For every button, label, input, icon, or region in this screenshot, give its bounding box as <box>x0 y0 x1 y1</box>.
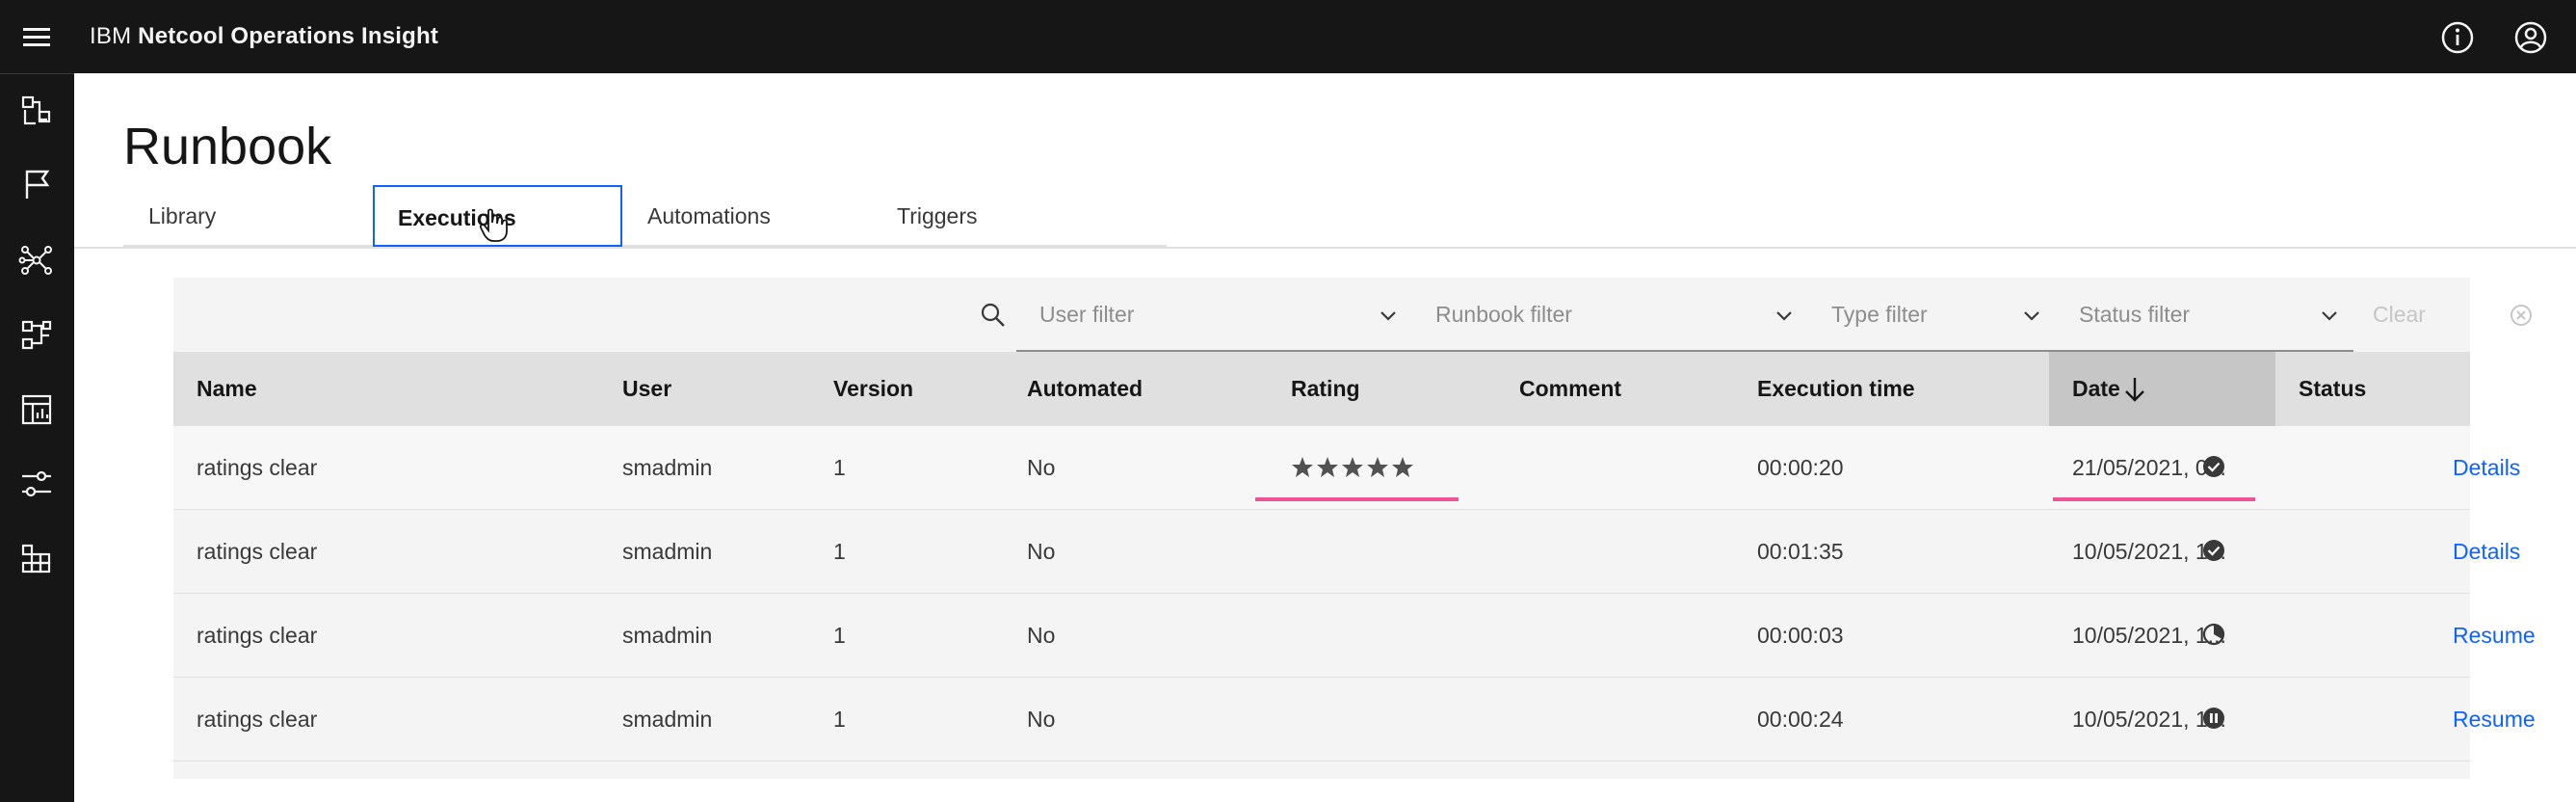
rating-highlight-underline <box>1255 497 1459 501</box>
table-row[interactable]: ratings clear smadmin 1 No 00:01:35 10/0… <box>173 510 2520 594</box>
column-header-version[interactable]: Version <box>833 352 913 426</box>
runbook-filter-dropdown[interactable]: Runbook filter <box>1412 278 1808 352</box>
runbook-icon[interactable] <box>18 317 55 354</box>
cell-name: ratings clear <box>197 539 318 564</box>
cell-name: ratings clear <box>197 707 318 732</box>
tab-library[interactable]: Library <box>123 185 373 247</box>
applications-icon[interactable] <box>18 541 55 577</box>
content-divider <box>74 247 2576 249</box>
in-progress-status-icon <box>2202 623 2225 646</box>
details-link[interactable]: Details <box>2453 426 2520 509</box>
user-avatar-icon[interactable] <box>2512 19 2549 56</box>
complete-status-icon <box>2203 456 2224 477</box>
cell-automated: No <box>1027 707 1056 732</box>
flag-icon[interactable] <box>18 167 55 203</box>
user-filter-placeholder: User filter <box>1039 302 1135 327</box>
column-header-status[interactable]: Status <box>2299 352 2366 426</box>
resume-link[interactable]: Resume <box>2453 594 2536 677</box>
cell-execution-time: 00:00:03 <box>1757 623 1844 648</box>
clear-filters-button[interactable]: Clear filters <box>2373 278 2470 401</box>
tab-automations[interactable]: Automations <box>622 185 872 247</box>
status-filter-placeholder: Status filter <box>2079 302 2191 327</box>
column-header-comment[interactable]: Comment <box>1519 352 1621 426</box>
hand-cursor-icon <box>479 208 508 242</box>
cell-name: ratings clear <box>197 455 318 480</box>
chevron-down-icon <box>1380 311 1396 321</box>
app-title[interactable]: IBM Netcool Operations Insight <box>90 23 438 50</box>
cell-automated: No <box>1027 539 1056 564</box>
cell-automated: No <box>1027 455 1056 480</box>
cell-version: 1 <box>833 455 846 480</box>
menu-icon[interactable] <box>17 19 56 54</box>
cell-execution-time: 00:00:24 <box>1757 707 1844 732</box>
filter-toolbar: User filter Runbook filter Type filter S… <box>173 278 2532 401</box>
date-highlight-underline <box>2053 497 2255 501</box>
type-filter-dropdown[interactable]: Type filter <box>1808 278 2056 352</box>
paused-status-icon <box>2203 708 2224 729</box>
page-title: Runbook <box>123 118 332 175</box>
search-icon[interactable] <box>978 300 1009 331</box>
cell-user: smadmin <box>622 707 713 732</box>
column-header-date[interactable]: Date <box>2072 352 2120 426</box>
incidents-icon[interactable] <box>18 93 55 129</box>
cell-version: 1 <box>833 623 846 648</box>
details-link[interactable]: Details <box>2453 510 2520 593</box>
sort-descending-icon[interactable] <box>2121 375 2148 404</box>
chevron-down-icon <box>2322 311 2337 321</box>
table-row[interactable]: ratings clear smadmin 1 No 00:00:20 21/0… <box>173 426 2520 510</box>
table-header: Name User Version Automated Rating Comme… <box>173 352 2470 426</box>
status-filter-dropdown[interactable]: Status filter <box>2056 278 2353 352</box>
info-icon[interactable] <box>2439 19 2476 56</box>
runbook-filter-placeholder: Runbook filter <box>1435 302 1572 327</box>
cell-execution-time: 00:00:20 <box>1757 455 1844 480</box>
cell-user: smadmin <box>622 539 713 564</box>
clear-filters-icon[interactable] <box>2509 303 2534 328</box>
top-header: IBM Netcool Operations Insight <box>0 0 2576 73</box>
brand-product: Netcool Operations Insight <box>138 23 439 49</box>
table-row[interactable]: ratings clear smadmin 1 No 00:00:03 10/0… <box>173 594 2536 678</box>
chevron-down-icon <box>2024 311 2039 321</box>
column-header-user[interactable]: User <box>622 352 671 426</box>
column-header-execution-time[interactable]: Execution time <box>1757 352 1915 426</box>
cell-name: ratings clear <box>197 623 318 648</box>
table-row[interactable]: ratings clear smadmin 1 No 00:00:24 10/0… <box>173 678 2536 762</box>
chevron-down-icon <box>1776 311 1792 321</box>
column-header-rating[interactable]: Rating <box>1291 352 1360 426</box>
complete-status-icon <box>2203 540 2224 561</box>
settings-sliders-icon[interactable] <box>18 466 55 502</box>
rating-stars-icon[interactable] <box>1290 455 1417 480</box>
cell-version: 1 <box>833 707 846 732</box>
cell-version: 1 <box>833 539 846 564</box>
column-header-name[interactable]: Name <box>197 352 257 426</box>
brand-prefix: IBM <box>90 23 132 49</box>
user-filter-dropdown[interactable]: User filter <box>1016 278 1412 352</box>
left-sidebar <box>0 73 74 802</box>
cell-execution-time: 00:01:35 <box>1757 539 1844 564</box>
topology-icon[interactable] <box>18 242 55 279</box>
main-content: Runbook Library Executions Automations T… <box>74 73 2576 802</box>
cell-user: smadmin <box>622 455 713 480</box>
resume-link[interactable]: Resume <box>2453 678 2536 761</box>
type-filter-placeholder: Type filter <box>1831 302 1928 327</box>
tab-triggers[interactable]: Triggers <box>872 185 1121 247</box>
cell-user: smadmin <box>622 623 713 648</box>
dashboard-icon[interactable] <box>18 391 55 428</box>
cell-automated: No <box>1027 623 1056 648</box>
column-header-automated[interactable]: Automated <box>1027 352 1143 426</box>
